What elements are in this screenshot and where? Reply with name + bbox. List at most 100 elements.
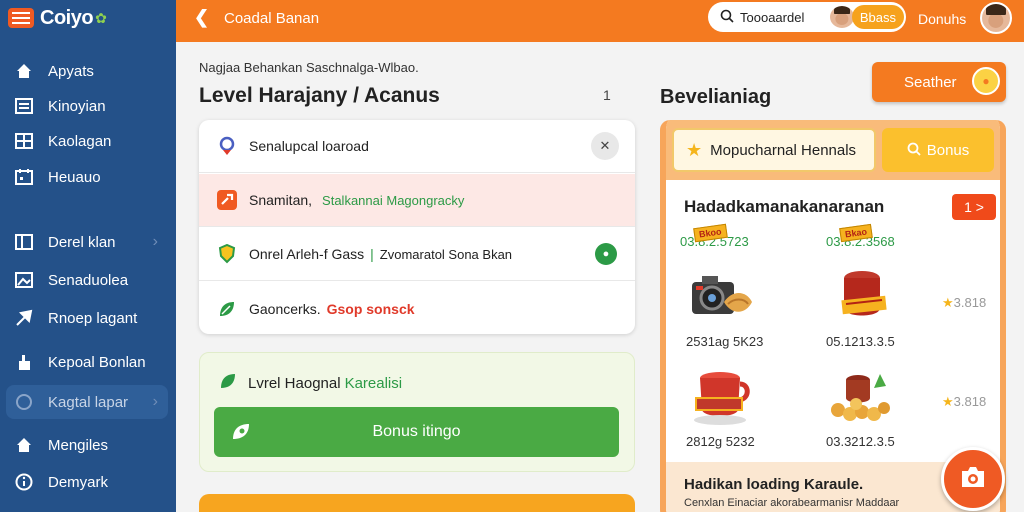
featured-tab-label: Mopucharnal Hennals — [710, 141, 857, 159]
product-sub: 05.1213.3.5 — [826, 334, 895, 349]
search-icon — [714, 9, 740, 26]
product-price: 03.8.2.3568 Bkao — [826, 223, 895, 249]
product-price: 03.8.2.5723 Bkoo — [680, 223, 749, 249]
product-sub: 03.3212.3.5 — [826, 434, 895, 449]
page-header-title: Coadal Banan — [224, 10, 320, 27]
star-icon: ★ — [686, 139, 703, 160]
jar-icon[interactable] — [832, 264, 902, 326]
list-item[interactable]: Senalupcal loaroad ✕ — [199, 120, 635, 173]
sidebar-item-heuauo[interactable]: Heuauo — [6, 160, 168, 194]
chevron-right-icon: › — [152, 393, 158, 410]
row-label: Gaoncerks. — [249, 300, 321, 317]
close-icon[interactable]: ✕ — [591, 132, 619, 160]
arrow-icon — [14, 308, 34, 328]
hand-icon — [14, 352, 34, 372]
chat-icon: ● — [972, 67, 1000, 95]
star-icon: ★ — [942, 295, 954, 310]
star-icon: ★ — [942, 394, 954, 409]
bonus-search-button[interactable]: Bonus — [882, 128, 994, 172]
bonus-badge[interactable]: Bbass — [851, 5, 904, 29]
columns-icon — [14, 232, 34, 252]
calendar-icon — [14, 167, 34, 187]
level-card-highlight: Karealisi — [344, 374, 403, 392]
camera-fab-button[interactable] — [941, 447, 1005, 511]
donuts-link[interactable]: Donuhs — [918, 11, 966, 27]
search-button-label: Seather — [904, 73, 957, 91]
back-arrow-icon[interactable]: ❮ — [194, 7, 209, 28]
leaf-icon — [215, 297, 239, 321]
bonus-button[interactable]: Bonus itingo — [214, 407, 619, 457]
footer-subtitle: Cenxlan Einaciar akorabearmanisr Maddaar — [684, 497, 900, 509]
camera-icon[interactable] — [688, 268, 758, 330]
leaf-icon: ✿ — [95, 9, 107, 26]
snack-bowl-icon[interactable] — [828, 366, 898, 428]
brand[interactable]: Coiyo ✿ — [8, 4, 107, 32]
product-rating: ★3.818 — [942, 394, 986, 410]
row-extra: Stalkannai Magongracky — [322, 192, 465, 208]
search-input[interactable]: Toooaardel Bbass — [708, 2, 906, 32]
row-label: Senalupcal loaroad — [249, 138, 369, 154]
promo-card[interactable] — [199, 494, 635, 512]
sidebar-item-kepoal-bonlan[interactable]: Kepoal Bonlan — [6, 345, 168, 379]
sidebar-item-label: Rnoep lagant — [48, 309, 138, 327]
sidebar-item-kagtal-lapar[interactable]: Kagtal lapar › — [6, 385, 168, 419]
shield-icon — [215, 242, 239, 266]
sidebar-item-label: Kinoyian — [48, 97, 106, 115]
sidebar-item-label: Kaolagan — [48, 132, 112, 150]
product-rating: ★3.818 — [942, 295, 986, 311]
tool-icon — [215, 188, 239, 212]
list-item[interactable]: Gaoncerks. Gsop sonsck — [199, 282, 635, 334]
breadcrumb: Nagjaa Behankan Saschnalga-Wlbao. — [199, 60, 419, 75]
rewards-panel-header: ★ Mopucharnal Hennals Bonus — [666, 120, 1000, 180]
user-avatar[interactable] — [980, 2, 1012, 34]
sidebar-item-demyark[interactable]: Demyark — [6, 465, 168, 499]
home-icon — [14, 435, 34, 455]
section-title: Bevelianiag — [660, 86, 772, 108]
sidebar-item-derel-klan[interactable]: Derel klan › — [6, 225, 168, 259]
list-item[interactable]: Onrel Arleh-f Gass | Zvomaratol Sona Bka… — [199, 228, 635, 281]
panel-title: Hadadkamanakanaranan — [684, 197, 885, 216]
level-card: Lvrel Haognal Karealisi Bonus itingo — [199, 352, 635, 472]
sidebar-item-kinoyian[interactable]: Kinoyian — [6, 89, 168, 123]
sidebar-item-apyats[interactable]: Apyats — [6, 54, 168, 88]
rating-text: 3.818 — [953, 394, 987, 409]
footer-title: Hadikan loading Karaule. — [684, 476, 864, 493]
sidebar-item-label: Derel klan — [48, 233, 116, 251]
row-extra: Gsop sonsck — [326, 300, 415, 317]
sidebar-item-label: Demyark — [48, 473, 109, 491]
info-icon — [14, 472, 34, 492]
sidebar-item-label: Senaduolea — [48, 271, 129, 289]
rating-text: 3.818 — [953, 295, 987, 310]
bonus-button-label: Bonus itingo — [372, 423, 461, 440]
app-name: Coiyo — [40, 6, 94, 29]
page-title: Level Harajany / Acanus — [199, 84, 440, 107]
level-card-label: Lvrel Haognal — [248, 374, 341, 392]
item-count: 1 — [603, 87, 611, 103]
list-icon — [14, 96, 34, 116]
featured-tab[interactable]: ★ Mopucharnal Hennals — [672, 128, 876, 172]
list-item[interactable]: Snamitan, Stalkannai Magongracky — [199, 174, 635, 227]
row-label: Snamitan, — [249, 192, 313, 208]
sidebar-item-kaolagan[interactable]: Kaolagan — [6, 124, 168, 158]
search-button[interactable]: Seather ● — [872, 62, 1006, 102]
row-extra: Zvomaratol Sona Bkan — [379, 246, 513, 262]
camera-icon — [959, 465, 987, 494]
image-icon — [14, 270, 34, 290]
leaf-icon — [218, 371, 238, 395]
topbar: ❮ Coadal Banan Toooaardel Bbass Donuhs — [176, 0, 1024, 42]
sidebar-item-label: Heuauo — [48, 168, 101, 186]
sidebar-item-label: Mengiles — [48, 436, 109, 454]
row-label: Onrel Arleh-f Gass — [249, 246, 365, 262]
level-card-title: Lvrel Haognal Karealisi — [218, 371, 402, 395]
sidebar-item-rnoep-lagant[interactable]: Rnoep lagant — [6, 301, 168, 335]
page-badge[interactable]: 1 > — [952, 194, 996, 220]
sidebar-item-mengiles[interactable]: Mengiles — [6, 428, 168, 462]
sidebar-item-label: Apyats — [48, 62, 94, 80]
product-sub: 2531ag 5K23 — [686, 334, 764, 349]
search-icon — [907, 142, 921, 159]
cup-icon[interactable] — [688, 368, 758, 430]
menu-icon[interactable] — [8, 8, 34, 28]
sidebar-item-senaduolea[interactable]: Senaduolea — [6, 263, 168, 297]
options-list: Senalupcal loaroad ✕ Snamitan, Stalkanna… — [199, 120, 635, 334]
sidebar-item-label: Kepoal Bonlan — [48, 353, 146, 371]
